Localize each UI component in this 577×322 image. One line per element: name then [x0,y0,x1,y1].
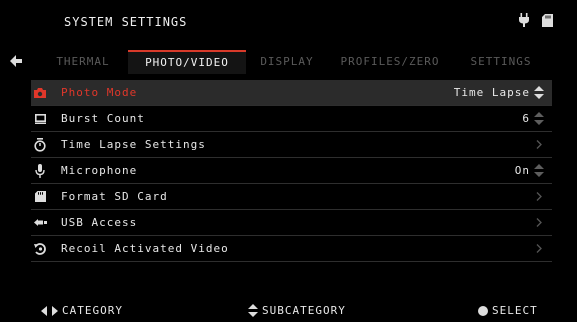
photos-icon [31,110,49,128]
menu-item-label: Recoil Activated Video [61,242,229,255]
back-arrow-icon[interactable] [10,55,22,67]
menu-item-label: Microphone [61,164,138,177]
usb-icon [31,214,49,232]
hint-subcategory-label: SUBCATEGORY [262,304,346,317]
tab-photo-video[interactable]: PHOTO/VIDEO [128,50,246,74]
hint-subcategory: SUBCATEGORY [248,304,346,317]
status-icons [518,13,553,27]
up-down-arrows-icon[interactable] [534,112,544,125]
tab-display[interactable]: DISPLAY [246,50,328,74]
menu-item-label: Photo Mode [61,86,138,99]
plug-icon [519,13,529,27]
settings-screen: SYSTEM SETTINGS THERMAL PHOTO/VIDEO DISP… [0,0,577,322]
hint-category-label: CATEGORY [62,304,123,317]
recoil-icon [31,240,49,258]
menu-item-label: Time Lapse Settings [61,138,206,151]
sd-card-icon [542,13,553,27]
hint-select-label: SELECT [492,304,538,317]
tab-settings[interactable]: SETTINGS [452,50,550,74]
menu-item-label: Format SD Card [61,190,168,203]
menu-item-format-sd-card[interactable]: Format SD Card [31,184,552,210]
page-title: SYSTEM SETTINGS [64,15,188,29]
menu-item-time-lapse-settings[interactable]: Time Lapse Settings [31,132,552,158]
hint-select: SELECT [478,304,538,317]
control-hints: CATEGORY SUBCATEGORY SELECT [0,300,577,320]
chevron-right-icon[interactable] [536,140,542,149]
up-down-arrows-icon[interactable] [534,86,544,99]
menu-item-photo-mode[interactable]: Photo Mode Time Lapse [31,80,552,106]
timer-icon [31,136,49,154]
menu-item-microphone[interactable]: Microphone On [31,158,552,184]
chevron-right-icon[interactable] [536,192,542,201]
chevron-right-icon[interactable] [536,218,542,227]
menu-item-value: On [514,164,530,177]
menu-item-label: Burst Count [61,112,145,125]
sd-card-icon [31,188,49,206]
menu-item-value: 6 [522,112,530,125]
menu-item-usb-access[interactable]: USB Access [31,210,552,236]
menu-item-label: USB Access [61,216,138,229]
category-tabs: THERMAL PHOTO/VIDEO DISPLAY PROFILES/ZER… [38,50,550,74]
camera-icon [31,84,49,102]
left-right-arrows-icon [41,305,58,316]
select-button-icon [478,305,488,316]
menu-item-burst-count[interactable]: Burst Count 6 [31,106,552,132]
hint-category: CATEGORY [41,304,123,317]
menu-item-recoil-activated-video[interactable]: Recoil Activated Video [31,236,552,262]
microphone-icon [31,162,49,180]
tab-thermal[interactable]: THERMAL [38,50,128,74]
tab-profiles-zero[interactable]: PROFILES/ZERO [328,50,452,74]
settings-list: Photo Mode Time Lapse Burst Count 6 Time… [31,80,552,262]
up-down-arrows-icon [248,304,258,317]
up-down-arrows-icon[interactable] [534,164,544,177]
menu-item-value: Time Lapse [453,86,530,99]
chevron-right-icon[interactable] [536,244,542,253]
